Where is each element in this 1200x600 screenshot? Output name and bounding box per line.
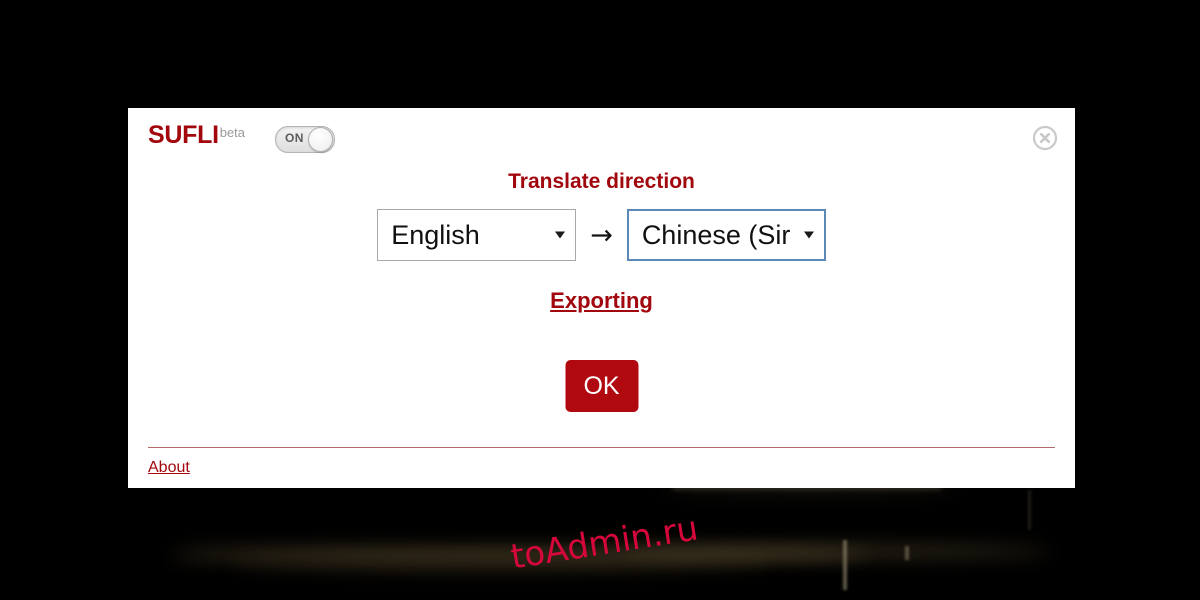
close-button[interactable] bbox=[1032, 125, 1058, 151]
power-toggle-knob[interactable] bbox=[308, 127, 333, 152]
chevron-down-icon bbox=[555, 231, 566, 239]
source-language-value: English bbox=[391, 219, 480, 250]
ok-button[interactable]: OK bbox=[565, 360, 638, 412]
export-status-link[interactable]: Exporting bbox=[550, 288, 653, 313]
sufli-dialog: SUFLIbeta ON Translate direction English… bbox=[128, 108, 1075, 488]
dialog-header: SUFLIbeta ON bbox=[128, 108, 1075, 170]
brand-name: SUFLI bbox=[148, 121, 219, 149]
power-toggle-state-label: ON bbox=[285, 131, 304, 145]
footer-divider bbox=[148, 447, 1055, 448]
export-status: Exporting bbox=[128, 288, 1075, 314]
power-toggle-switch[interactable]: ON bbox=[275, 126, 335, 153]
about-link[interactable]: About bbox=[148, 459, 190, 477]
brand-beta-badge: beta bbox=[219, 124, 246, 140]
source-language-select[interactable]: English bbox=[377, 209, 577, 261]
chevron-down-icon bbox=[803, 231, 814, 239]
target-language-select[interactable]: Chinese (Sir bbox=[626, 209, 826, 261]
brand-logo: SUFLIbeta bbox=[148, 121, 245, 150]
background-light-streak bbox=[230, 560, 770, 570]
direction-arrow-icon: → bbox=[590, 219, 613, 251]
translate-direction-row: English → Chinese (Sir bbox=[128, 209, 1075, 261]
background-light-bar bbox=[1028, 490, 1031, 530]
target-language-value: Chinese (Sir bbox=[641, 219, 791, 250]
close-circle-icon bbox=[1032, 125, 1058, 151]
background-light-bar bbox=[905, 546, 909, 560]
background-light-bar bbox=[843, 540, 847, 590]
page-title: Translate direction bbox=[508, 170, 695, 193]
